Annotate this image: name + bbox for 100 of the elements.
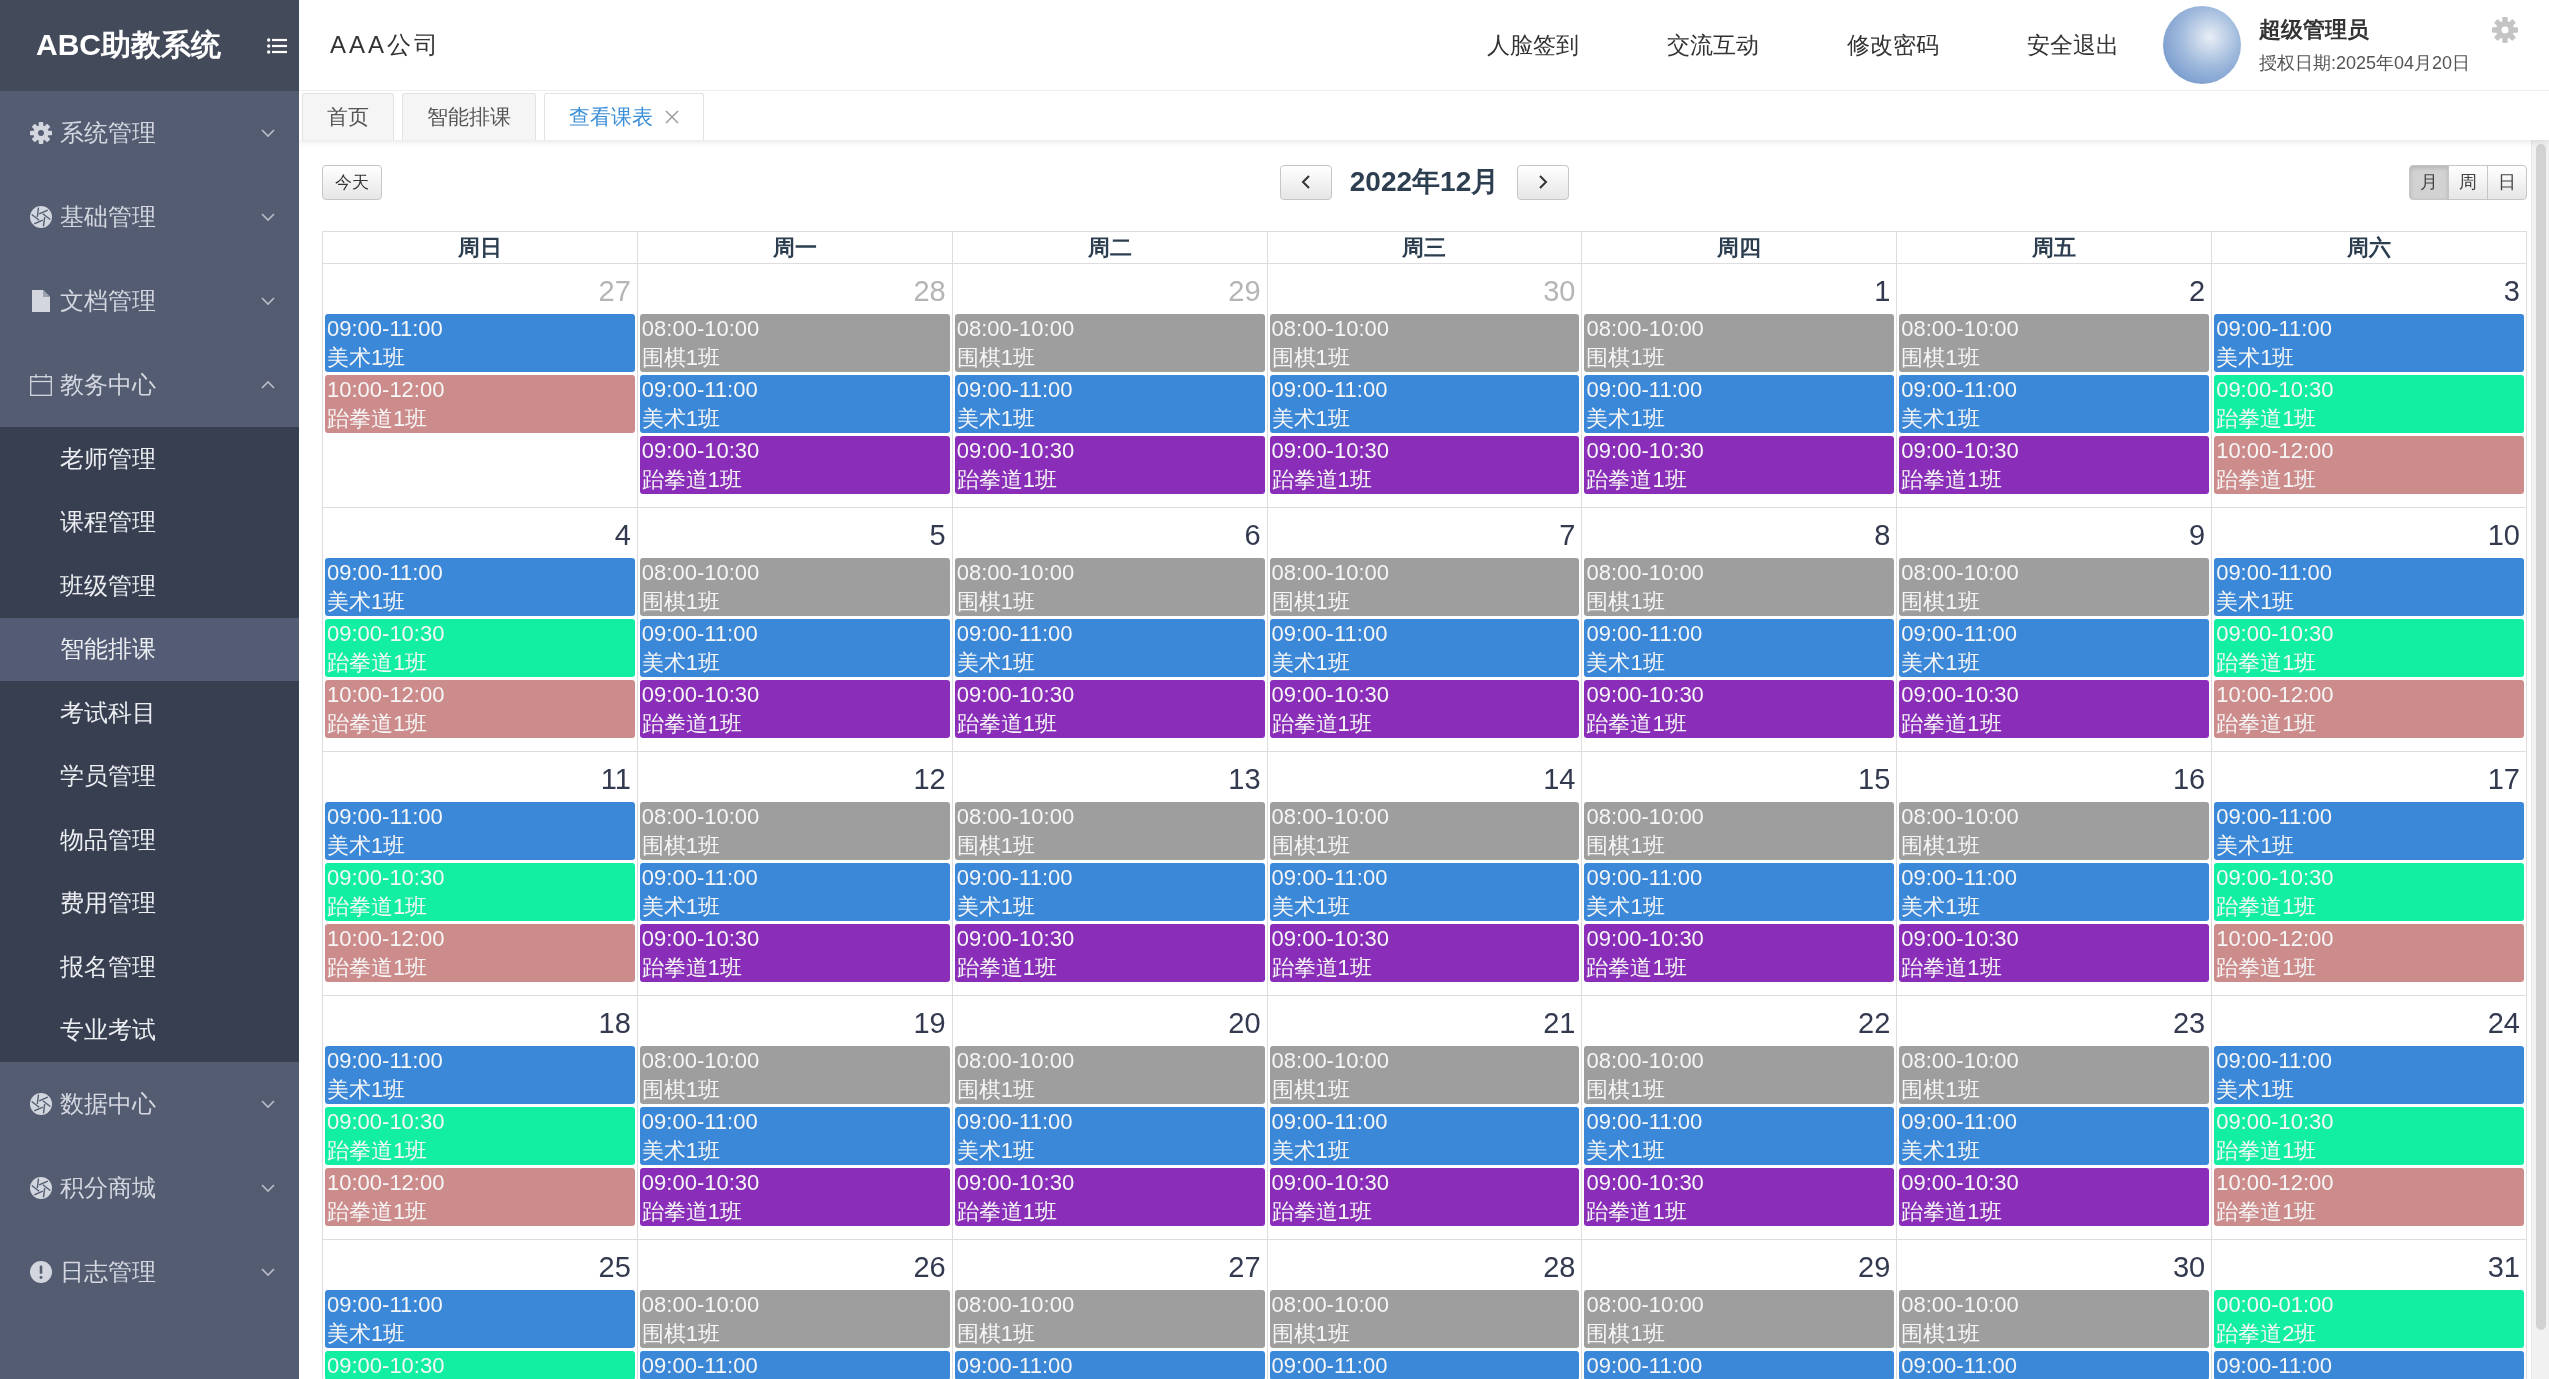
calendar-event[interactable]: 09:00-11:00 美术1班: [639, 1107, 950, 1165]
calendar-event[interactable]: 10:00-12:00 跆拳道1班: [325, 1168, 635, 1226]
calendar-event[interactable]: 09:00-11:00 美术1班: [639, 375, 950, 433]
sidebar-item[interactable]: 费用管理: [0, 871, 299, 935]
calendar-event[interactable]: 09:00-10:30 跆拳道1班: [1269, 436, 1580, 494]
calendar-event[interactable]: 09:00-11:00 美术1班: [1584, 375, 1895, 433]
calendar-event[interactable]: 09:00-10:30 跆拳道1班: [639, 680, 950, 738]
calendar-event[interactable]: 08:00-10:00 围棋1班: [639, 314, 950, 372]
calendar-event[interactable]: 09:00-10:30 跆拳道1班: [639, 1168, 950, 1226]
calendar-event[interactable]: 09:00-10:30 跆拳道1班: [1899, 680, 2210, 738]
calendar-event[interactable]: 08:00-10:00 围棋1班: [639, 1046, 950, 1104]
nav-link[interactable]: 交流互动: [1666, 29, 1759, 61]
calendar-event[interactable]: 09:00-10:30 跆拳道1班: [954, 436, 1265, 494]
calendar-event[interactable]: 09:00-10:30 跆拳道1班: [1269, 924, 1580, 982]
sidebar-menu-item[interactable]: 教务中心: [0, 343, 299, 427]
calendar-event[interactable]: 09:00-11:00 美术1班: [2214, 1046, 2524, 1104]
calendar-event[interactable]: 09:00-11:00 美术1班: [325, 1290, 635, 1348]
calendar-event[interactable]: 09:00-11:00 美术1班: [1269, 619, 1580, 677]
calendar-event[interactable]: 09:00-11:00 美术1班: [954, 863, 1265, 921]
calendar-event[interactable]: 09:00-11:00 美术1班: [1899, 1107, 2210, 1165]
calendar-event[interactable]: 09:00-11:00 美术1班: [1584, 619, 1895, 677]
calendar-event[interactable]: 10:00-12:00 跆拳道1班: [2214, 680, 2524, 738]
sidebar-item[interactable]: 物品管理: [0, 808, 299, 872]
scrollbar[interactable]: [2531, 140, 2549, 1379]
calendar-event[interactable]: 09:00-10:30 跆拳道1班: [639, 436, 950, 494]
calendar-event[interactable]: 08:00-10:00 围棋1班: [954, 314, 1265, 372]
calendar-event[interactable]: 09:00-11:00 美术1班: [325, 314, 635, 372]
calendar-event[interactable]: 08:00-10:00 围棋1班: [1899, 1046, 2210, 1104]
calendar-event[interactable]: 10:00-12:00 跆拳道1班: [325, 924, 635, 982]
sidebar-item[interactable]: 课程管理: [0, 490, 299, 554]
view-toggle[interactable]: 周: [2448, 164, 2488, 200]
sidebar-item[interactable]: 专业考试: [0, 998, 299, 1062]
calendar-event[interactable]: 08:00-10:00 围棋1班: [1584, 558, 1895, 616]
calendar-event[interactable]: 09:00-10:30 跆拳道1班: [1269, 680, 1580, 738]
calendar-event[interactable]: 08:00-10:00 围棋1班: [1584, 802, 1895, 860]
sidebar-menu-item[interactable]: 基础管理: [0, 175, 299, 259]
calendar-event[interactable]: 08:00-10:00 围棋1班: [1584, 1046, 1895, 1104]
calendar-event[interactable]: 09:00-11:00 美术1班: [1899, 863, 2210, 921]
calendar-event[interactable]: 08:00-10:00 围棋1班: [1269, 314, 1580, 372]
calendar-event[interactable]: 09:00-10:30 跆拳道1班: [1899, 1168, 2210, 1226]
calendar-event[interactable]: 09:00-11:00 美术1班: [2214, 558, 2524, 616]
calendar-event[interactable]: 08:00-10:00 围棋1班: [639, 1290, 950, 1348]
nav-link[interactable]: 人脸签到: [1486, 29, 1579, 61]
calendar-event[interactable]: 09:00-10:30 跆拳道1班: [1584, 680, 1895, 738]
calendar-event[interactable]: 09:00-11:00 美术1班: [1269, 863, 1580, 921]
calendar-event[interactable]: 08:00-10:00 围棋1班: [1584, 314, 1895, 372]
nav-link[interactable]: 安全退出: [2026, 29, 2119, 61]
prev-month-button[interactable]: [1279, 164, 1332, 200]
calendar-event[interactable]: 09:00-11:00 美术1班: [325, 802, 635, 860]
calendar-event[interactable]: 09:00-11:00 美术1班: [639, 863, 950, 921]
calendar-event[interactable]: 09:00-11:00 美术1班: [1584, 1107, 1895, 1165]
calendar-event[interactable]: 08:00-10:00 围棋1班: [1899, 1290, 2210, 1348]
calendar-event[interactable]: 10:00-12:00 跆拳道1班: [2214, 436, 2524, 494]
calendar-event[interactable]: 09:00-10:30 跆拳道1班: [1899, 436, 2210, 494]
calendar-event[interactable]: 08:00-10:00 围棋1班: [1269, 802, 1580, 860]
menu-icon[interactable]: [267, 37, 287, 54]
calendar-event[interactable]: 09:00-11:00 美术1班: [954, 1107, 1265, 1165]
calendar-event[interactable]: 09:00-11:00: [954, 1351, 1265, 1379]
calendar-event[interactable]: 08:00-10:00 围棋1班: [954, 1046, 1265, 1104]
calendar-event[interactable]: 09:00-11:00 美术1班: [639, 619, 950, 677]
next-month-button[interactable]: [1517, 164, 1570, 200]
sidebar-item[interactable]: 班级管理: [0, 554, 299, 618]
calendar-event[interactable]: 09:00-10:30 跆拳道1班: [1584, 436, 1895, 494]
tab[interactable]: 智能排课: [402, 93, 536, 140]
calendar-event[interactable]: 09:00-10:30 跆拳道1班: [1269, 1168, 1580, 1226]
calendar-event[interactable]: 08:00-10:00 围棋1班: [1899, 558, 2210, 616]
calendar-event[interactable]: 08:00-10:00 围棋1班: [954, 558, 1265, 616]
tab[interactable]: 查看课表: [544, 93, 704, 140]
sidebar-item[interactable]: 考试科目: [0, 681, 299, 745]
calendar-event[interactable]: 09:00-10:30 跆拳道1班: [1584, 1168, 1895, 1226]
calendar-event[interactable]: 08:00-10:00 围棋1班: [1269, 1290, 1580, 1348]
calendar-event[interactable]: 09:00-11:00 美术1班: [1269, 375, 1580, 433]
close-icon[interactable]: [665, 110, 679, 124]
calendar-event[interactable]: 08:00-10:00 围棋1班: [954, 1290, 1265, 1348]
calendar-event[interactable]: 08:00-10:00 围棋1班: [1269, 1046, 1580, 1104]
calendar-event[interactable]: 08:00-10:00 围棋1班: [639, 802, 950, 860]
calendar-event[interactable]: 09:00-11:00 美术1班: [2214, 314, 2524, 372]
calendar-event[interactable]: 09:00-11:00: [2214, 1351, 2524, 1379]
today-button[interactable]: 今天: [322, 164, 382, 200]
calendar-event[interactable]: 09:00-11:00 美术1班: [1899, 375, 2210, 433]
sidebar-item[interactable]: 学员管理: [0, 744, 299, 808]
view-toggle[interactable]: 日: [2487, 164, 2527, 200]
calendar-event[interactable]: 08:00-10:00 围棋1班: [954, 802, 1265, 860]
calendar-event[interactable]: 09:00-11:00: [1899, 1351, 2210, 1379]
calendar-event[interactable]: 08:00-10:00 围棋1班: [1269, 558, 1580, 616]
sidebar-item[interactable]: 智能排课: [0, 617, 299, 681]
calendar-event[interactable]: 09:00-10:30 跆拳道1班: [954, 680, 1265, 738]
calendar-event[interactable]: 10:00-12:00 跆拳道1班: [325, 375, 635, 433]
calendar-event[interactable]: 09:00-11:00 美术1班: [2214, 802, 2524, 860]
calendar-event[interactable]: 08:00-10:00 围棋1班: [1899, 802, 2210, 860]
calendar-event[interactable]: 08:00-10:00 围棋1班: [1584, 1290, 1895, 1348]
calendar-event[interactable]: 09:00-11:00: [1584, 1351, 1895, 1379]
calendar-event[interactable]: 09:00-10:30 跆拳道1班: [954, 924, 1265, 982]
calendar-event[interactable]: 09:00-11:00 美术1班: [1899, 619, 2210, 677]
calendar-event[interactable]: 09:00-11:00 美术1班: [954, 619, 1265, 677]
calendar-event[interactable]: 09:00-11:00 美术1班: [325, 558, 635, 616]
calendar-event[interactable]: 09:00-11:00 美术1班: [325, 1046, 635, 1104]
sidebar-menu-item[interactable]: 数据中心: [0, 1062, 299, 1146]
sidebar-menu-item[interactable]: 日志管理: [0, 1230, 299, 1314]
sidebar-item[interactable]: 老师管理: [0, 427, 299, 491]
